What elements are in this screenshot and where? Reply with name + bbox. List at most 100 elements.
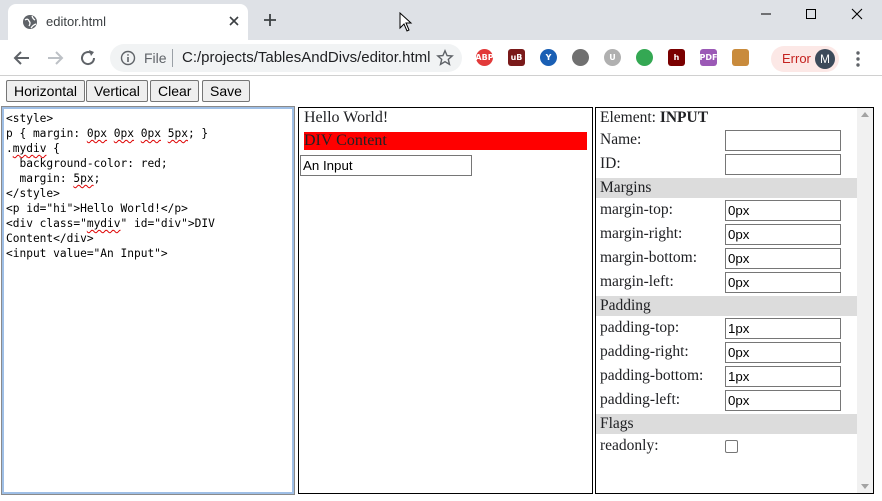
- info-icon[interactable]: [120, 50, 136, 66]
- margin-right-field[interactable]: [725, 224, 841, 245]
- vpn-y-icon[interactable]: Y: [540, 49, 557, 66]
- tab-title: editor.html: [46, 14, 106, 29]
- profile-error-button[interactable]: Error M: [771, 46, 839, 72]
- briefcase-extension-icon[interactable]: [732, 49, 749, 66]
- scroll-up-arrow-icon[interactable]: [861, 112, 869, 117]
- padding-top-row: padding-top:: [596, 316, 857, 340]
- code-line: <div class="mydiv" id="div">DIV: [6, 217, 215, 230]
- code-text[interactable]: <style> p { margin: 0px 0px 0px 5px; } .…: [4, 109, 292, 261]
- reload-icon[interactable]: [78, 48, 98, 68]
- padding-heading: Padding: [596, 296, 857, 316]
- padding-top-label: padding-top:: [600, 319, 680, 336]
- address-bar[interactable]: File C:/projects/TablesAndDivs/editor.ht…: [110, 44, 462, 72]
- margin-right-row: margin-right:: [596, 222, 857, 246]
- circle-extension-icon[interactable]: [572, 49, 589, 66]
- padding-left-row: padding-left:: [596, 388, 857, 412]
- margin-bottom-field[interactable]: [725, 248, 841, 269]
- code-line: margin: 5px;: [6, 172, 101, 185]
- maximize-icon: [806, 9, 816, 19]
- properties-panel: Element: INPUT Name: ID: Margins margin-…: [595, 107, 874, 494]
- globe-icon: [23, 15, 37, 29]
- maximize-button[interactable]: [788, 0, 834, 28]
- padding-bottom-field[interactable]: [725, 366, 841, 387]
- forward-arrow-icon[interactable]: [45, 48, 65, 68]
- code-line: .mydiv {: [6, 142, 60, 155]
- margin-top-row: margin-top:: [596, 198, 857, 222]
- code-line: p { margin: 0px 0px 0px 5px; }: [6, 127, 209, 140]
- readonly-row: readonly:: [596, 434, 857, 458]
- code-line: </style>: [6, 187, 60, 200]
- close-window-button[interactable]: [834, 0, 880, 28]
- margin-left-field[interactable]: [725, 272, 841, 293]
- ublock-icon[interactable]: uB: [508, 49, 525, 66]
- properties-scrollbar[interactable]: [857, 108, 873, 493]
- name-field[interactable]: [725, 130, 841, 151]
- pdf-extension-icon[interactable]: PDF: [700, 49, 717, 66]
- omnibox-divider: [172, 49, 173, 67]
- h-extension-icon[interactable]: h: [668, 49, 685, 66]
- preview-div[interactable]: DIV Content: [304, 132, 587, 150]
- padding-right-label: padding-right:: [600, 343, 689, 360]
- id-row: ID:: [596, 152, 857, 176]
- padding-top-field[interactable]: [725, 318, 841, 339]
- vertical-button[interactable]: Vertical: [86, 80, 148, 102]
- minimize-button[interactable]: [743, 0, 789, 28]
- element-heading: Element: INPUT: [596, 108, 857, 128]
- mouse-cursor-icon: [399, 12, 413, 32]
- padding-right-field[interactable]: [725, 342, 841, 363]
- avatar: M: [815, 49, 835, 69]
- preview-pane: Hello World! DIV Content: [298, 107, 593, 494]
- close-window-icon: [851, 8, 863, 20]
- margin-top-label: margin-top:: [600, 201, 673, 218]
- url-scheme-label: File: [144, 50, 167, 66]
- new-tab-plus-icon[interactable]: [262, 12, 278, 28]
- id-label: ID:: [600, 155, 621, 172]
- name-row: Name:: [596, 128, 857, 152]
- adblock-plus-icon[interactable]: ABP: [475, 49, 494, 66]
- padding-right-row: padding-right:: [596, 340, 857, 364]
- u-extension-icon[interactable]: U: [604, 49, 621, 66]
- padding-bottom-label: padding-bottom:: [600, 367, 704, 384]
- browser-tab[interactable]: editor.html: [8, 4, 248, 40]
- margins-heading: Margins: [596, 178, 857, 198]
- margin-left-row: margin-left:: [596, 270, 857, 294]
- code-line: <style>: [6, 112, 54, 125]
- name-label: Name:: [600, 131, 642, 148]
- margin-bottom-label: margin-bottom:: [600, 249, 698, 266]
- save-button[interactable]: Save: [202, 80, 250, 102]
- padding-left-field[interactable]: [725, 390, 841, 411]
- browser-title-bar: editor.html: [0, 0, 882, 40]
- code-line: <p id="hi">Hello World!</p>: [6, 202, 188, 215]
- error-label: Error: [782, 51, 811, 66]
- close-icon[interactable]: [226, 13, 242, 29]
- code-editor[interactable]: <style> p { margin: 0px 0px 0px 5px; } .…: [1, 106, 295, 495]
- preview-input[interactable]: [300, 155, 472, 176]
- margin-right-label: margin-right:: [600, 225, 683, 242]
- horizontal-button[interactable]: Horizontal: [6, 80, 86, 102]
- editor-app: Horizontal Vertical Clear Save <style> p…: [0, 77, 882, 501]
- readonly-label: readonly:: [600, 437, 659, 454]
- element-name: INPUT: [659, 109, 709, 126]
- code-line: background-color: red;: [6, 157, 168, 170]
- more-menu-icon[interactable]: [852, 50, 864, 68]
- minimize-icon: [761, 13, 771, 15]
- margin-left-label: margin-left:: [600, 273, 674, 290]
- element-prefix: Element:: [600, 109, 656, 126]
- padding-bottom-row: padding-bottom:: [596, 364, 857, 388]
- browser-toolbar: File C:/projects/TablesAndDivs/editor.ht…: [0, 40, 882, 76]
- clear-button[interactable]: Clear: [150, 80, 200, 102]
- bookmark-star-icon[interactable]: [436, 49, 454, 67]
- readonly-checkbox[interactable]: [725, 440, 738, 453]
- url-text[interactable]: C:/projects/TablesAndDivs/editor.html: [182, 49, 430, 66]
- id-field[interactable]: [725, 154, 841, 175]
- margin-bottom-row: margin-bottom:: [596, 246, 857, 270]
- code-line: Content</div>: [6, 232, 94, 245]
- scroll-down-arrow-icon[interactable]: [861, 484, 869, 489]
- padding-left-label: padding-left:: [600, 391, 681, 408]
- chrome-extension-icon[interactable]: [636, 49, 653, 66]
- preview-paragraph[interactable]: Hello World!: [304, 108, 592, 127]
- back-arrow-icon[interactable]: [12, 48, 32, 68]
- margin-top-field[interactable]: [725, 200, 841, 221]
- code-line: <input value="An Input">: [6, 247, 168, 260]
- flags-heading: Flags: [596, 414, 857, 434]
